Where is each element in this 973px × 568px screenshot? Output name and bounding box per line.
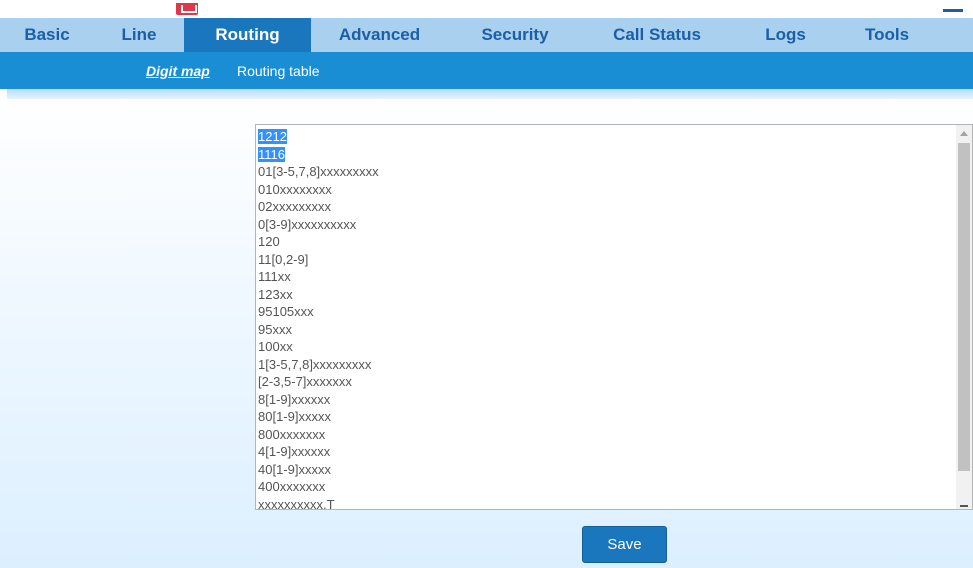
digit-map-line: 95105xxx <box>258 304 314 319</box>
digit-map-line: 02xxxxxxxxx <box>258 199 331 214</box>
digit-map-line: 111xx <box>258 269 291 284</box>
tab-tools[interactable]: Tools <box>839 18 935 52</box>
digit-map-line: 11[0,2-9] <box>258 251 309 267</box>
digit-map-line: 80[1-9]xxxxx <box>258 409 331 424</box>
digit-map-line: 120 <box>258 234 280 249</box>
tab-routing[interactable]: Routing <box>184 18 311 52</box>
scrollbar[interactable] <box>956 125 972 509</box>
logo-badge-icon <box>176 3 198 15</box>
header-logo-strip: ​ <box>0 0 973 18</box>
tab-line[interactable]: Line <box>94 18 184 52</box>
digit-map-line: 800xxxxxxx <box>258 426 326 442</box>
digit-map-textarea[interactable]: 1212 1116 01[3-5,7,8]xxxxxxxxx 010xxxxxxxx 0… <box>255 124 973 510</box>
subtab-routing-table[interactable]: Routing table <box>237 63 320 79</box>
digit-map-line: 95xxx <box>258 321 292 337</box>
digit-map-line: 010xxxxxxxx <box>258 181 332 197</box>
digit-map-line: 1116 <box>258 146 285 162</box>
menu-icon[interactable] <box>943 9 963 12</box>
digit-map-line: [2-3,5-7]xxxxxxx <box>258 374 352 389</box>
digit-map-line: 123xx <box>258 286 293 302</box>
tab-logs[interactable]: Logs <box>732 18 839 52</box>
tab-call-status[interactable]: Call Status <box>582 18 732 52</box>
tab-advanced[interactable]: Advanced <box>311 18 448 52</box>
subnav-divider <box>7 89 973 99</box>
scroll-down-arrow-icon[interactable] <box>960 505 968 507</box>
scroll-thumb[interactable] <box>958 143 970 471</box>
digit-map-line: 100xx <box>258 339 293 354</box>
digit-map-line: 1212 <box>258 129 287 144</box>
digit-map-line: 1[3-5,7,8]xxxxxxxxx <box>258 356 372 372</box>
digit-map-line: 0[3-9]xxxxxxxxxx <box>258 216 357 232</box>
digit-map-line: 01[3-5,7,8]xxxxxxxxx <box>258 164 379 179</box>
digit-map-line: 4[1-9]xxxxxx <box>258 444 331 459</box>
save-button[interactable]: Save <box>582 526 667 563</box>
scroll-up-arrow-icon[interactable] <box>960 131 968 136</box>
digit-map-lines: 1212 1116 01[3-5,7,8]xxxxxxxxx 010xxxxxxxx 0… <box>258 128 952 510</box>
digit-map-line: 8[1-9]xxxxxx <box>258 391 331 407</box>
sub-nav: Digit map Routing table <box>0 52 973 89</box>
tab-security[interactable]: Security <box>448 18 582 52</box>
digit-map-line: xxxxxxxxxx.T <box>258 496 335 510</box>
tab-basic[interactable]: Basic <box>0 18 94 52</box>
digit-map-line: 400xxxxxxx <box>258 479 326 494</box>
main-nav: Basic Line Routing Advanced Security Cal… <box>0 18 973 52</box>
subtab-digit-map[interactable]: Digit map <box>146 63 210 79</box>
digit-map-line: 40[1-9]xxxxx <box>258 461 331 477</box>
